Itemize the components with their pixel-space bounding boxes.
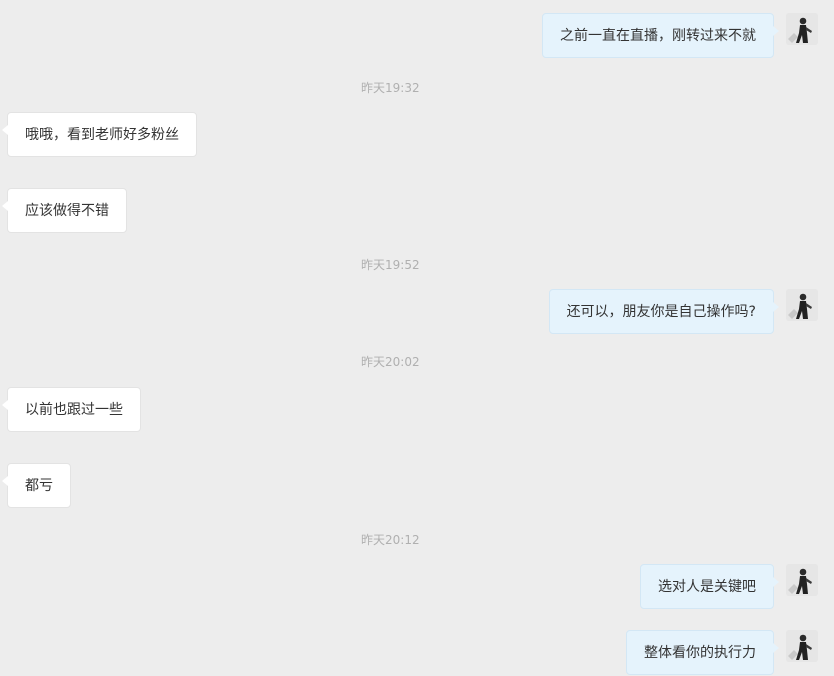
timestamp: 昨天20:12 <box>361 533 420 547</box>
timestamp: 昨天20:02 <box>361 355 420 369</box>
message-bubble-outgoing[interactable]: 还可以，朋友你是自己操作吗? <box>548 289 780 334</box>
user-avatar[interactable] <box>786 630 818 662</box>
person-silhouette-icon <box>786 630 818 662</box>
message-bubble-incoming[interactable]: 都亏 <box>2 463 71 508</box>
message-text: 还可以，朋友你是自己操作吗? <box>566 304 756 320</box>
message-bubble-outgoing[interactable]: 整体看你的执行力 <box>626 630 779 675</box>
message-text: 以前也跟过一些 <box>25 402 123 418</box>
message-text: 哦哦，看到老师好多粉丝 <box>25 127 179 143</box>
person-silhouette-icon <box>786 289 818 321</box>
message-text: 之前一直在直播，刚转过来不就 <box>560 28 756 44</box>
message-text: 选对人是关键吧 <box>658 579 756 595</box>
chat-message-list: 之前一直在直播，刚转过来不就 昨天19:32 哦哦，看到老师好多粉丝 应该做得不… <box>0 0 834 675</box>
message-bubble-incoming[interactable]: 哦哦，看到老师好多粉丝 <box>2 112 197 157</box>
message-bubble-outgoing[interactable]: 之前一直在直播，刚转过来不就 <box>542 13 779 58</box>
user-avatar[interactable] <box>786 564 818 596</box>
message-bubble-outgoing[interactable]: 选对人是关键吧 <box>640 564 779 609</box>
user-avatar[interactable] <box>786 289 818 321</box>
person-silhouette-icon <box>786 13 818 45</box>
message-text: 整体看你的执行力 <box>644 645 756 661</box>
user-avatar[interactable] <box>786 13 818 45</box>
message-text: 都亏 <box>25 478 53 494</box>
timestamp: 昨天19:32 <box>361 81 420 95</box>
message-bubble-incoming[interactable]: 应该做得不错 <box>2 188 127 233</box>
message-bubble-incoming[interactable]: 以前也跟过一些 <box>2 387 141 432</box>
message-text: 应该做得不错 <box>25 203 109 219</box>
person-silhouette-icon <box>786 564 818 596</box>
timestamp: 昨天19:52 <box>361 258 420 272</box>
